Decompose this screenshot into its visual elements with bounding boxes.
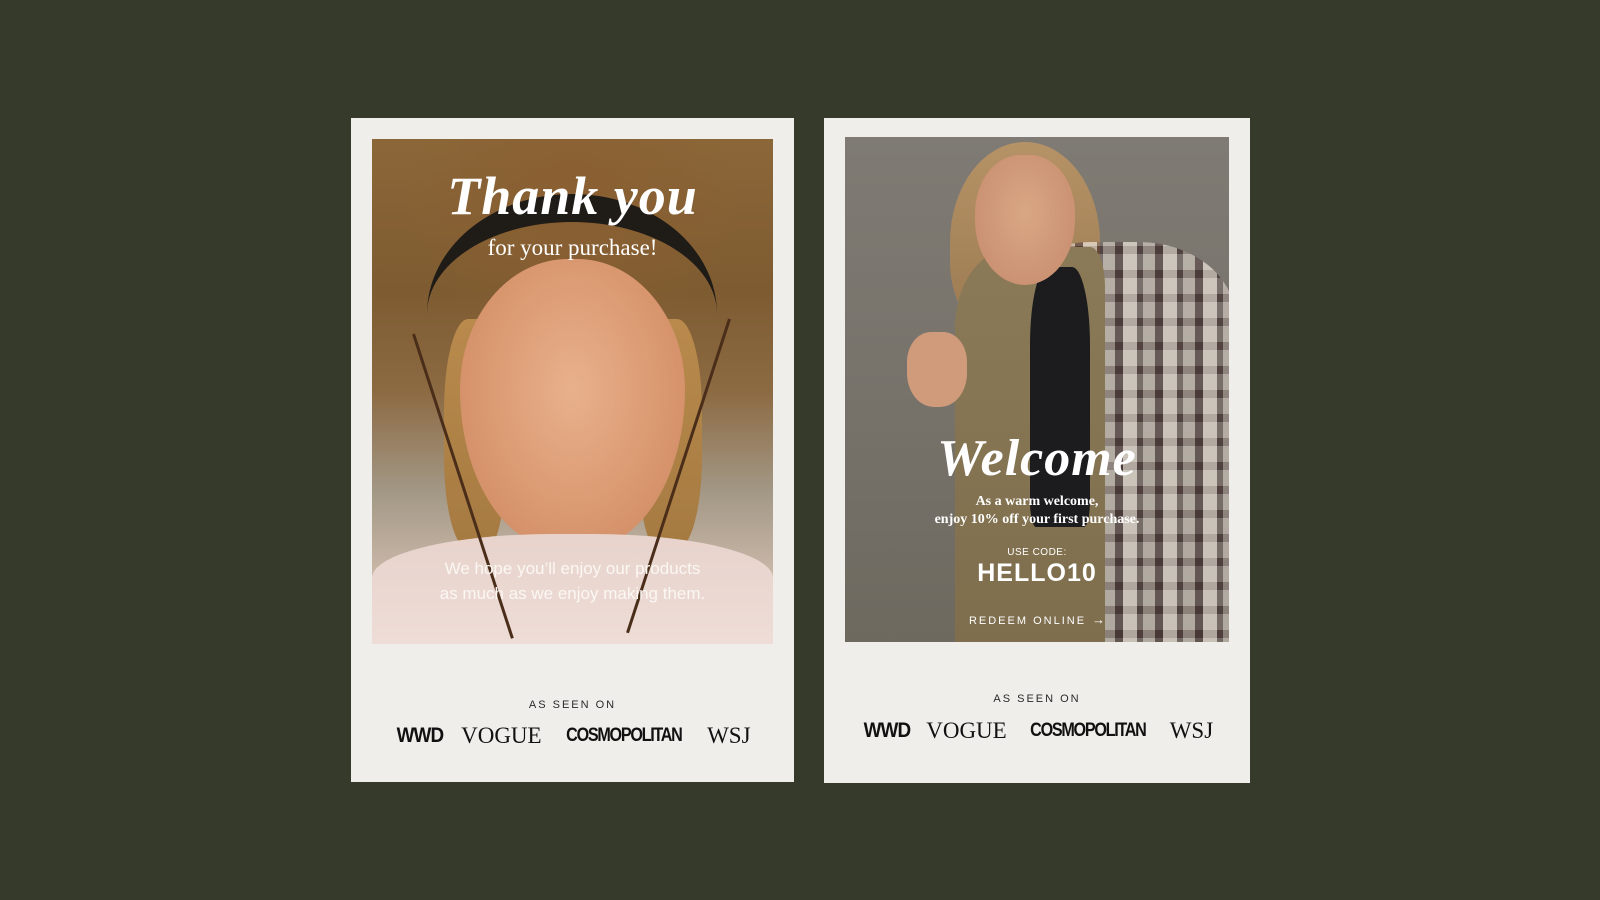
- model-hand: [907, 332, 967, 407]
- cosmopolitan-logo: COSMOPOLITAN: [1030, 720, 1148, 741]
- turtleneck: [1030, 267, 1090, 527]
- press-logos: WWD VOGUE COSMOPOLITAN WSJ: [351, 723, 794, 749]
- wwd-logo: WWD: [863, 719, 911, 742]
- promo-code: HELLO10: [977, 559, 1097, 587]
- wwd-logo: WWD: [397, 724, 445, 747]
- cosmopolitan-logo: COSMOPOLITAN: [566, 725, 684, 746]
- welcome-subtitle: As a warm welcome, enjoy 10% off your fi…: [845, 493, 1229, 529]
- thank-you-photo: Thank you for your purchase! We hope you…: [372, 139, 773, 644]
- welcome-title: Welcome: [937, 430, 1137, 487]
- vogue-logo: VOGUE: [461, 723, 542, 748]
- wsj-logo: WSJ: [1169, 718, 1214, 743]
- wsj-logo: WSJ: [707, 723, 751, 748]
- model-face: [975, 155, 1075, 285]
- redeem-online-link[interactable]: REDEEM ONLINE →: [845, 612, 1229, 627]
- use-code-label: USE CODE:: [1007, 547, 1067, 558]
- welcome-subtitle-line-1: As a warm welcome,: [975, 494, 1099, 509]
- thank-you-message-line-1: We hope you’ll enjoy our products: [444, 559, 701, 578]
- thank-you-subtitle: for your purchase!: [487, 235, 658, 260]
- welcome-photo: Welcome As a warm welcome, enjoy 10% off…: [845, 137, 1229, 642]
- welcome-card: Welcome As a warm welcome, enjoy 10% off…: [824, 118, 1250, 783]
- redeem-online-label: REDEEM ONLINE: [968, 615, 1087, 627]
- thank-you-title: Thank you: [447, 166, 698, 226]
- thank-you-message: We hope you’ll enjoy our products as muc…: [372, 556, 773, 606]
- arrow-right-icon: →: [1092, 612, 1106, 627]
- vogue-logo: VOGUE: [926, 718, 1007, 743]
- press-logos: WWD VOGUE COSMOPOLITAN WSJ: [824, 718, 1250, 744]
- thank-you-card: Thank you for your purchase! We hope you…: [351, 118, 794, 782]
- as-seen-on-label: AS SEEN ON: [528, 699, 617, 711]
- as-seen-on-label: AS SEEN ON: [993, 693, 1081, 705]
- thank-you-message-line-2: as much as we enjoy making them.: [439, 584, 706, 603]
- welcome-subtitle-line-2: enjoy 10% off your first purchase.: [934, 512, 1140, 527]
